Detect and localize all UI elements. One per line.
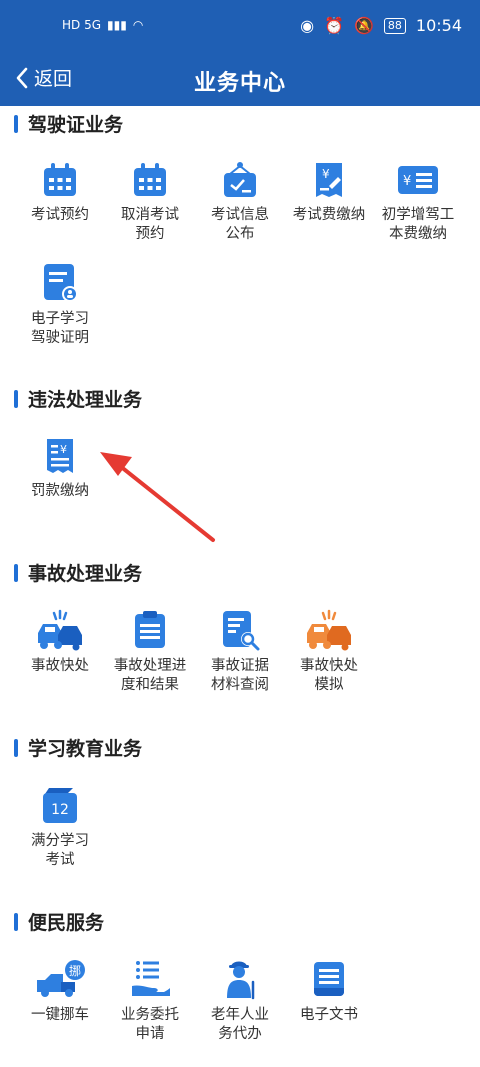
car-crash-icon: [307, 609, 351, 651]
car-crash-icon: [38, 609, 82, 651]
item-label: 罚款缴纳: [31, 483, 89, 499]
item-label: 考试信息 公布: [211, 207, 269, 242]
item-exam-booking[interactable]: 考试预约: [12, 160, 108, 225]
section-title-education: 学习教育业务: [14, 734, 142, 761]
clipboard-icon: [135, 611, 165, 648]
score-badge: 12: [51, 802, 69, 818]
item-e-documents[interactable]: 电子文书: [281, 958, 377, 1025]
calendar-icon: [44, 163, 76, 196]
network-label: HD 5G: [62, 18, 102, 32]
fee-document-icon: ¥: [316, 163, 342, 197]
battery-icon: 88: [383, 17, 406, 34]
clock: 10:54: [415, 16, 462, 35]
item-label: 事故快处 模拟: [300, 658, 358, 693]
document-icon: [314, 962, 344, 996]
item-quick-accident[interactable]: 事故快处: [12, 609, 108, 676]
item-move-car[interactable]: 挪 一键挪车: [12, 958, 108, 1025]
document-search-icon: [223, 611, 260, 651]
certificate-icon: [44, 264, 78, 302]
eye-icon: ◉: [300, 16, 315, 35]
item-label: 事故证据 材料查阅: [211, 658, 269, 693]
item-label: 一键挪车: [31, 1007, 89, 1023]
section-title-service: 便民服务: [14, 908, 104, 935]
notice-board-icon: [224, 162, 256, 197]
item-cancel-exam[interactable]: 取消考试 预约: [102, 160, 198, 244]
item-learner-fee[interactable]: ¥ 初学增驾工 本费缴纳: [370, 160, 466, 244]
item-label: 考试费缴纳: [292, 207, 366, 223]
alarm-icon: ⏰: [324, 16, 344, 35]
elderly-person-icon: [227, 961, 255, 1000]
item-exam-fee[interactable]: ¥ 考试费缴纳: [281, 160, 377, 225]
item-e-learning-proof[interactable]: 电子学习 驾驶证明: [12, 262, 108, 348]
item-label: 取消考试 预约: [121, 207, 179, 242]
hand-list-icon: [132, 961, 170, 996]
item-accident-simulation[interactable]: 事故快处 模拟: [281, 609, 377, 695]
item-elderly-service[interactable]: 老年人业 务代办: [192, 958, 288, 1044]
svg-text:¥: ¥: [322, 167, 330, 181]
item-exam-info[interactable]: 考试信息 公布: [192, 160, 288, 244]
signal-icon: ▮▮▮: [107, 18, 127, 32]
receipt-icon: ¥: [47, 439, 73, 473]
mute-icon: 🔕: [353, 16, 374, 35]
item-accident-progress[interactable]: 事故处理进 度和结果: [102, 609, 198, 695]
item-business-entrust[interactable]: 业务委托 申请: [102, 958, 198, 1044]
item-label: 事故快处: [31, 658, 89, 674]
item-label: 业务委托 申请: [121, 1007, 179, 1042]
wifi-icon: ◠: [132, 18, 144, 32]
section-title-accident: 事故处理业务: [14, 559, 142, 586]
score-book-icon: 12: [43, 788, 77, 823]
item-label: 考试预约: [31, 207, 89, 223]
nav-bar: 返回 业务中心: [0, 56, 480, 106]
svg-text:¥: ¥: [403, 174, 411, 189]
page-title: 业务中心: [193, 71, 286, 96]
section-title-license: 驾驶证业务: [14, 110, 123, 137]
content[interactable]: 驾驶证业务 考试预约 取消考试 预约 考试信息 公布 ¥ 考试费缴纳 ¥ 初学增…: [0, 106, 480, 1067]
item-label: 满分学习 考试: [31, 833, 89, 868]
status-bar: HD 5G ▮▮▮ ◠ ◉ ⏰ 🔕 88 10:54: [0, 0, 480, 56]
item-full-score-study[interactable]: 12 满分学习 考试: [12, 784, 108, 870]
item-label: 老年人业 务代办: [211, 1007, 269, 1042]
item-label: 事故处理进 度和结果: [113, 658, 187, 693]
status-right: ◉ ⏰ 🔕 88 10:54: [300, 16, 462, 35]
status-left: HD 5G ▮▮▮ ◠: [62, 18, 143, 32]
item-accident-evidence[interactable]: 事故证据 材料查阅: [192, 609, 288, 695]
item-label: 初学增驾工 本费缴纳: [381, 207, 455, 242]
tow-truck-icon: 挪: [37, 960, 85, 997]
fee-list-icon: ¥: [398, 166, 438, 194]
calendar-icon: [134, 163, 166, 196]
item-label: 电子学习 驾驶证明: [31, 311, 89, 346]
svg-text:¥: ¥: [60, 443, 67, 456]
move-badge: 挪: [69, 964, 81, 978]
item-label: 电子文书: [300, 1007, 358, 1023]
item-fine-payment[interactable]: ¥ 罚款缴纳: [12, 436, 108, 501]
section-title-violation: 违法处理业务: [14, 385, 142, 412]
